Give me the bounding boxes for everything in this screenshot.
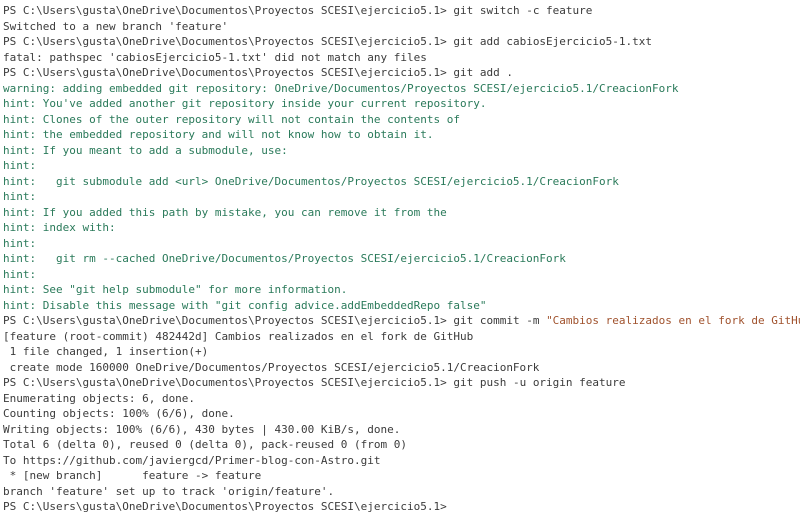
terminal-line: hint: <box>3 236 800 252</box>
hint-text: hint: Disable this message with "git con… <box>3 298 487 312</box>
output-text: Writing objects: 100% (6/6), 430 bytes |… <box>3 422 401 436</box>
output-text: Total 6 (delta 0), reused 0 (delta 0), p… <box>3 438 407 451</box>
terminal-line: create mode 160000 OneDrive/Documentos/P… <box>3 360 800 376</box>
hint-text: hint: git rm --cached OneDrive/Documento… <box>3 252 566 265</box>
terminal-line: Writing objects: 100% (6/6), 430 bytes |… <box>3 422 800 438</box>
terminal-line: PS C:\Users\gusta\OneDrive\Documentos\Pr… <box>3 34 800 50</box>
terminal-line: 1 file changed, 1 insertion(+) <box>3 344 800 360</box>
hint-text: hint: If you added this path by mistake,… <box>3 205 447 219</box>
terminal-line: warning: adding embedded git repository:… <box>3 81 800 97</box>
hint-text: hint: the embedded repository and will n… <box>3 128 434 141</box>
warning-text: warning: adding embedded git repository:… <box>3 81 679 95</box>
output-text: * [new branch] feature -> feature <box>3 469 262 482</box>
terminal-line: hint: <box>3 158 800 174</box>
hint-text: hint: If you meant to add a submodule, u… <box>3 143 288 157</box>
terminal-line: [feature (root-commit) 482442d] Cambios … <box>3 329 800 345</box>
prompt-text: PS C:\Users\gusta\OneDrive\Documentos\Pr… <box>3 35 454 48</box>
terminal-line: PS C:\Users\gusta\OneDrive\Documentos\Pr… <box>3 3 800 19</box>
terminal-line: hint: See "git help submodule" for more … <box>3 282 800 298</box>
terminal-line: hint: If you added this path by mistake,… <box>3 205 800 221</box>
prompt-text: PS C:\Users\gusta\OneDrive\Documentos\Pr… <box>3 66 454 79</box>
hint-text: hint: You've added another git repositor… <box>3 97 487 110</box>
hint-text: hint: <box>3 190 37 203</box>
terminal-line: Enumerating objects: 6, done. <box>3 391 800 407</box>
output-text: create mode 160000 OneDrive/Documentos/P… <box>3 360 540 374</box>
terminal-line: fatal: pathspec 'cabiosEjercicio5-1.txt'… <box>3 50 800 66</box>
terminal-line: branch 'feature' set up to track 'origin… <box>3 484 800 500</box>
hint-text: hint: <box>3 236 37 250</box>
prompt-text: PS C:\Users\gusta\OneDrive\Documentos\Pr… <box>3 500 454 513</box>
string-argument: "Cambios realizados en el fork de GitHub… <box>546 314 800 327</box>
terminal-line: PS C:\Users\gusta\OneDrive\Documentos\Pr… <box>3 375 800 391</box>
terminal-line: PS C:\Users\gusta\OneDrive\Documentos\Pr… <box>3 65 800 81</box>
hint-text: hint: <box>3 267 37 281</box>
terminal-line: hint: the embedded repository and will n… <box>3 127 800 143</box>
terminal-line: hint: git rm --cached OneDrive/Documento… <box>3 251 800 267</box>
terminal-line: hint: Disable this message with "git con… <box>3 298 800 314</box>
output-text: fatal: pathspec 'cabiosEjercicio5-1.txt'… <box>3 50 427 64</box>
command-text: git commit -m <box>453 314 547 327</box>
terminal-line: hint: index with: <box>3 220 800 236</box>
terminal-line: To https://github.com/javiergcd/Primer-b… <box>3 453 800 469</box>
terminal-line: hint: You've added another git repositor… <box>3 96 800 112</box>
command-text: git add . <box>453 66 513 79</box>
hint-text: hint: <box>3 159 37 172</box>
terminal-line: hint: git submodule add <url> OneDrive/D… <box>3 174 800 190</box>
command-text: git push -u origin feature <box>453 376 626 389</box>
terminal-line: Counting objects: 100% (6/6), done. <box>3 406 800 422</box>
output-text: Enumerating objects: 6, done. <box>3 391 196 405</box>
command-text: git add cabiosEjercicio5-1.txt <box>453 35 653 48</box>
output-text: [feature (root-commit) 482442d] Cambios … <box>3 329 474 343</box>
terminal-line: hint: <box>3 189 800 205</box>
prompt-text: PS C:\Users\gusta\OneDrive\Documentos\Pr… <box>3 314 454 327</box>
command-text: git switch -c feature <box>453 4 593 17</box>
output-text: Switched to a new branch 'feature' <box>3 19 229 33</box>
terminal-line: Total 6 (delta 0), reused 0 (delta 0), p… <box>3 437 800 453</box>
terminal-line: hint: If you meant to add a submodule, u… <box>3 143 800 159</box>
prompt-text: PS C:\Users\gusta\OneDrive\Documentos\Pr… <box>3 376 454 389</box>
prompt-text: PS C:\Users\gusta\OneDrive\Documentos\Pr… <box>3 4 454 17</box>
terminal-line: * [new branch] feature -> feature <box>3 468 800 484</box>
output-text: branch 'feature' set up to track 'origin… <box>3 484 335 498</box>
hint-text: hint: See "git help submodule" for more … <box>3 283 348 296</box>
output-text: 1 file changed, 1 insertion(+) <box>3 345 209 358</box>
terminal-line: hint: Clones of the outer repository wil… <box>3 112 800 128</box>
terminal-line: hint: <box>3 267 800 283</box>
output-text: Counting objects: 100% (6/6), done. <box>3 407 235 420</box>
terminal-output[interactable]: PS C:\Users\gusta\OneDrive\Documentos\Pr… <box>0 0 800 514</box>
terminal-line: Switched to a new branch 'feature' <box>3 19 800 35</box>
output-text: To https://github.com/javiergcd/Primer-b… <box>3 453 381 467</box>
terminal-line: PS C:\Users\gusta\OneDrive\Documentos\Pr… <box>3 499 800 515</box>
hint-text: hint: Clones of the outer repository wil… <box>3 112 460 126</box>
hint-text: hint: git submodule add <url> OneDrive/D… <box>3 174 619 188</box>
hint-text: hint: index with: <box>3 221 116 234</box>
terminal-line: PS C:\Users\gusta\OneDrive\Documentos\Pr… <box>3 313 800 329</box>
